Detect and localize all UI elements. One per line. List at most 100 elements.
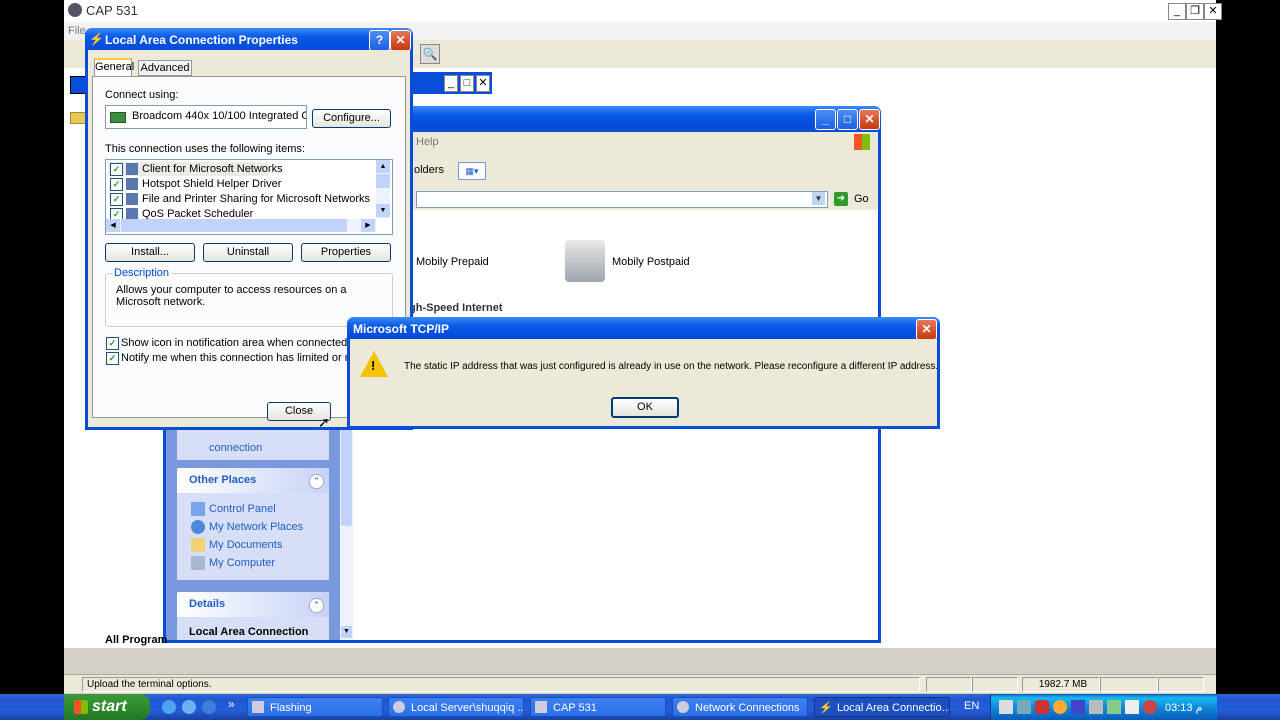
quicklaunch-media-icon[interactable] <box>202 700 216 714</box>
status-cell <box>926 677 972 692</box>
details-pane: Details ⌃ Local Area Connection <box>177 592 329 640</box>
list-item[interactable]: ✓ Client for Microsoft Networks <box>108 162 283 176</box>
flashing-icon <box>252 701 264 713</box>
items-list: ✓ Client for Microsoft Networks ✓ Hotspo… <box>105 159 393 235</box>
inner-minimize-button[interactable]: _ <box>444 75 458 92</box>
language-indicator[interactable]: EN <box>964 700 979 712</box>
nc-close-button[interactable]: ✕ <box>859 109 880 130</box>
menu-file[interactable]: File <box>68 25 86 37</box>
list-item[interactable]: ✓ File and Printer Sharing for Microsoft… <box>108 192 371 206</box>
inner-maximize-button[interactable]: □ <box>460 75 474 92</box>
show-icon-checkbox[interactable]: ✓ <box>106 337 119 350</box>
lac-close-button[interactable]: ✕ <box>390 30 411 51</box>
other-place-my-documents[interactable]: My Documents <box>209 539 282 551</box>
menu-help[interactable]: Help <box>416 136 439 148</box>
list-item[interactable]: ✓ Hotspot Shield Helper Driver <box>108 177 368 191</box>
start-label: start <box>92 698 127 715</box>
notify-checkbox[interactable]: ✓ <box>106 352 119 365</box>
quicklaunch-browser-icon[interactable] <box>182 700 196 714</box>
uninstall-button[interactable]: Uninstall <box>203 243 293 262</box>
windows-logo-icon <box>854 134 870 150</box>
task-label: Local Server\shuqqiq ... <box>411 702 524 714</box>
scroll-down-icon[interactable]: ▼ <box>376 204 390 217</box>
task-cap531[interactable]: CAP 531 <box>530 697 666 717</box>
scroll-up-icon[interactable]: ▲ <box>376 160 390 173</box>
help-button[interactable]: ? <box>369 30 390 51</box>
quicklaunch-more-icon[interactable]: » <box>228 697 235 711</box>
tree-icon <box>70 76 86 94</box>
tab-advanced[interactable]: Advanced <box>138 60 192 76</box>
task-local-area-connection[interactable]: ⚡ Local Area Connectio... <box>814 697 950 717</box>
clock[interactable]: 03:13 م <box>1165 701 1202 714</box>
tray-icon[interactable] <box>1107 700 1121 714</box>
connection-item-prepaid[interactable]: Mobily Prepaid <box>416 256 489 268</box>
tray-icon[interactable] <box>1035 700 1049 714</box>
description-text: Allows your computer to access resources… <box>116 284 347 308</box>
all-programs-label: All Program <box>105 634 168 646</box>
scroll-thumb[interactable] <box>376 174 390 188</box>
nc-maximize-button[interactable]: □ <box>837 109 858 130</box>
details-header[interactable]: Details <box>177 592 329 617</box>
inner-close-button[interactable]: ✕ <box>476 75 490 92</box>
configure-button[interactable]: Configure... <box>312 109 391 128</box>
tray-icon[interactable] <box>1125 700 1139 714</box>
collapse-icon[interactable]: ⌃ <box>309 474 324 489</box>
close-button[interactable]: ✕ <box>1204 3 1222 20</box>
tray-icon[interactable] <box>1071 700 1085 714</box>
install-button[interactable]: Install... <box>105 243 195 262</box>
warning-mark: ! <box>371 358 376 373</box>
scroll-down-icon[interactable]: ▼ <box>341 626 352 638</box>
task-network-connections[interactable]: Network Connections <box>672 697 808 717</box>
address-dropdown-icon[interactable]: ▼ <box>812 192 825 205</box>
properties-button[interactable]: Properties <box>301 243 391 262</box>
start-button[interactable]: start <box>64 694 150 720</box>
zoom-icon[interactable]: 🔍 <box>420 44 440 64</box>
address-input[interactable] <box>416 191 828 208</box>
other-place-control-panel[interactable]: Control Panel <box>209 503 276 515</box>
tray-icon[interactable] <box>1053 700 1067 714</box>
other-places-title: Other Places <box>189 474 257 486</box>
network-computer-icon <box>565 240 605 282</box>
views-icon[interactable]: ▦▾ <box>458 162 486 180</box>
item-checkbox[interactable]: ✓ <box>110 163 123 176</box>
tcpip-body: ! The static IP address that was just co… <box>350 339 938 426</box>
cap-title: CAP 531 <box>86 3 138 18</box>
status-cell <box>1158 677 1204 692</box>
list-hscrollbar[interactable]: ◀ ▶ <box>106 219 376 232</box>
scroll-thumb[interactable] <box>121 219 347 232</box>
network-connections-icon <box>677 701 689 713</box>
connection-item-postpaid[interactable]: Mobily Postpaid <box>612 256 690 268</box>
list-vscrollbar[interactable]: ▲ ▼ <box>376 160 390 218</box>
other-place-network-places[interactable]: My Network Places <box>209 521 303 533</box>
go-arrow-icon[interactable]: ➜ <box>834 192 848 206</box>
tray-icon[interactable] <box>1017 700 1031 714</box>
item-label: File and Printer Sharing for Microsoft N… <box>142 193 371 205</box>
nc-minimize-button[interactable]: _ <box>815 109 836 130</box>
task-local-server[interactable]: Local Server\shuqqiq ... <box>388 697 524 717</box>
item-checkbox[interactable]: ✓ <box>110 193 123 206</box>
quicklaunch-ie-icon[interactable] <box>162 700 176 714</box>
folders-button[interactable]: olders <box>414 164 444 176</box>
tcpip-close-button[interactable]: ✕ <box>916 319 937 340</box>
tcpip-titlebar: Microsoft TCP/IP ✕ <box>347 317 940 340</box>
tray-icon[interactable] <box>999 700 1013 714</box>
other-place-my-computer[interactable]: My Computer <box>209 557 275 569</box>
scroll-left-icon[interactable]: ◀ <box>106 219 120 232</box>
go-label[interactable]: Go <box>854 193 869 205</box>
scroll-right-icon[interactable]: ▶ <box>361 219 375 232</box>
restore-button[interactable]: ❐ <box>1186 3 1204 20</box>
tray-icon[interactable] <box>1143 700 1157 714</box>
details-item: Local Area Connection <box>189 626 309 638</box>
adapter-name: Broadcom 440x 10/100 Integrated Cc <box>132 110 307 122</box>
tray-icon[interactable] <box>1089 700 1103 714</box>
ok-button[interactable]: OK <box>611 397 679 418</box>
lac-titlebar: ⚡ Local Area Connection Properties ? ✕ <box>85 28 413 51</box>
collapse-icon[interactable]: ⌃ <box>309 598 324 613</box>
minimize-button[interactable]: _ <box>1168 3 1186 20</box>
other-places-header[interactable]: Other Places <box>177 468 329 493</box>
change-settings-link[interactable]: connection <box>209 442 262 454</box>
mouse-cursor-icon: ➚ <box>318 414 330 430</box>
tab-general[interactable]: General <box>94 58 134 76</box>
task-flashing[interactable]: Flashing <box>247 697 383 717</box>
item-checkbox[interactable]: ✓ <box>110 178 123 191</box>
